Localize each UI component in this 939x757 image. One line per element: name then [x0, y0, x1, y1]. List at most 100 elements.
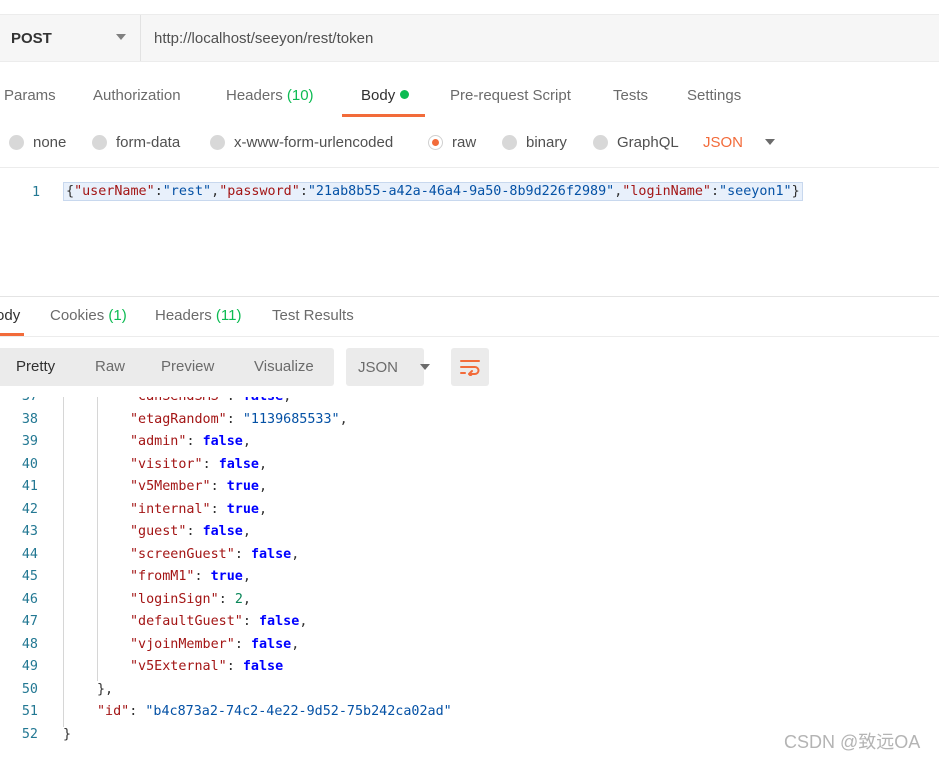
text-wrap-icon [460, 360, 480, 376]
radio-selected-icon [428, 134, 443, 150]
response-line: 45 "fromM1": true, [0, 566, 939, 589]
line-number: 45 [21, 569, 38, 584]
radio-graphql[interactable]: GraphQL [593, 128, 679, 156]
tab-headers[interactable]: Headers (10) [226, 78, 314, 118]
response-line: 44 "screenGuest": false, [0, 544, 939, 567]
mode-raw[interactable]: Raw [95, 348, 125, 386]
tab-authorization[interactable]: Authorization [93, 78, 181, 118]
line-content: "loginSign": 2, [130, 591, 251, 607]
line-number: 44 [21, 546, 38, 562]
response-line: 51 "id": "b4c873a2-74c2-4e22-9d52-75b242c… [0, 701, 939, 724]
line-content: "etagRandom": "1139685533", [130, 411, 348, 427]
line-number: 46 [21, 591, 38, 607]
line-content: "admin": false, [130, 434, 251, 449]
line-content: "visitor": false, [130, 456, 268, 472]
line-number: 38 [21, 411, 38, 427]
response-line: 48 "vjoinMember": false, [0, 634, 939, 657]
tab-body[interactable]: Body [341, 78, 426, 118]
line-number: 51 [21, 704, 38, 719]
response-line: 38 "etagRandom": "1139685533", [0, 409, 939, 432]
line-number: 42 [21, 501, 38, 517]
line-content: "v5External": false [130, 659, 284, 674]
response-line: 49 "v5External": false [0, 656, 939, 679]
radio-binary[interactable]: binary [502, 128, 567, 156]
method-label: POST [11, 29, 52, 47]
response-line: 41 "v5Member": true, [0, 476, 939, 499]
radio-raw[interactable]: raw [428, 128, 476, 156]
line-number: 43 [21, 524, 38, 539]
line-number: 49 [21, 659, 38, 674]
mode-visualize[interactable]: Visualize [254, 348, 314, 386]
method-select[interactable]: POST [0, 15, 141, 61]
line-content: "internal": true, [130, 501, 268, 517]
chevron-down-icon [116, 34, 126, 40]
response-format-select[interactable]: JSON [346, 348, 431, 386]
line-content: "defaultGuest": false, [130, 614, 308, 629]
radio-form-data[interactable]: form-data [92, 128, 180, 156]
request-url-bar: POST http://localhost/seeyon/rest/token [0, 14, 939, 62]
radio-none[interactable]: none [9, 128, 66, 156]
radio-icon [9, 134, 24, 150]
response-tabs: Body Cookies (1) Headers (11) Test Resul… [0, 300, 939, 336]
response-line: 37 "canSendSMS": false, [0, 397, 939, 409]
tab-response-body[interactable]: Body [0, 300, 25, 336]
request-body-text: {"userName":"rest","password":"21ab8b55-… [66, 184, 800, 199]
line-content: }, [97, 681, 114, 697]
request-tabs: Params Authorization Headers (10) Body P… [0, 78, 939, 118]
view-mode-segmented: Pretty Raw Preview Visualize [0, 348, 334, 386]
body-indicator-dot [400, 90, 410, 99]
line-content: "vjoinMember": false, [130, 636, 300, 652]
tab-pre-request-script[interactable]: Pre-request Script [450, 78, 571, 118]
line-content: "guest": false, [130, 524, 251, 539]
radio-icon [210, 134, 225, 150]
tab-settings[interactable]: Settings [687, 78, 741, 118]
tab-response-headers[interactable]: Headers (11) [155, 300, 241, 334]
response-line: 46 "loginSign": 2, [0, 589, 939, 612]
line-number: 52 [21, 726, 38, 742]
headers-count: (10) [286, 87, 314, 104]
divider [0, 336, 939, 337]
radio-icon [92, 134, 107, 150]
response-line: 43 "guest": false, [0, 521, 939, 544]
radio-icon [593, 134, 608, 150]
line-content: "v5Member": true, [130, 479, 268, 494]
line-number: 40 [21, 456, 38, 472]
response-line: 40 "visitor": false, [0, 454, 939, 477]
line-number: 41 [21, 479, 38, 494]
tab-tests[interactable]: Tests [613, 78, 648, 118]
chevron-down-icon [420, 364, 431, 370]
body-type-options: none form-data x-www-form-urlencoded raw… [0, 128, 939, 158]
response-line: 47 "defaultGuest": false, [0, 611, 939, 634]
watermark: CSDN @致远OA [784, 732, 921, 752]
response-line: 39 "admin": false, [0, 431, 939, 454]
line-number: 50 [21, 681, 38, 697]
line-number: 37 [0, 397, 38, 409]
request-body-editor[interactable]: 1 {"userName":"rest","password":"21ab8b5… [0, 167, 939, 287]
line-content: "fromM1": true, [130, 569, 251, 584]
line-number: 47 [21, 614, 38, 629]
mode-preview[interactable]: Preview [161, 348, 214, 386]
line-number: 48 [21, 636, 38, 652]
request-body-line[interactable]: {"userName":"rest","password":"21ab8b55-… [63, 182, 803, 201]
radio-icon [502, 134, 517, 150]
tab-cookies[interactable]: Cookies (1) [50, 300, 127, 334]
language-select[interactable]: JSON [703, 128, 776, 156]
line-content: "id": "b4c873a2-74c2-4e22-9d52-75b242ca0… [97, 704, 452, 719]
wrap-lines-button[interactable] [451, 348, 489, 386]
line-content: } [63, 726, 72, 742]
tab-params[interactable]: Params [4, 78, 56, 118]
line-content: "screenGuest": false, [130, 546, 300, 562]
divider [0, 296, 939, 297]
response-headers-count: (11) [215, 307, 242, 324]
cookies-count: (1) [108, 307, 127, 324]
url-input[interactable]: http://localhost/seeyon/rest/token [154, 15, 373, 61]
response-view-toolbar: Pretty Raw Preview Visualize JSON [0, 348, 939, 386]
mode-pretty[interactable]: Pretty [16, 348, 55, 386]
line-number: 1 [31, 185, 40, 200]
response-body-viewer[interactable]: 37 "canSendSMS": false, 38 "etagRandom": "1… [0, 397, 939, 757]
response-line: 42 "internal": true, [0, 499, 939, 522]
tab-test-results[interactable]: Test Results [272, 300, 354, 334]
radio-x-www-form-urlencoded[interactable]: x-www-form-urlencoded [210, 128, 393, 156]
chevron-down-icon [765, 139, 776, 145]
response-line: 50}, [0, 679, 939, 702]
